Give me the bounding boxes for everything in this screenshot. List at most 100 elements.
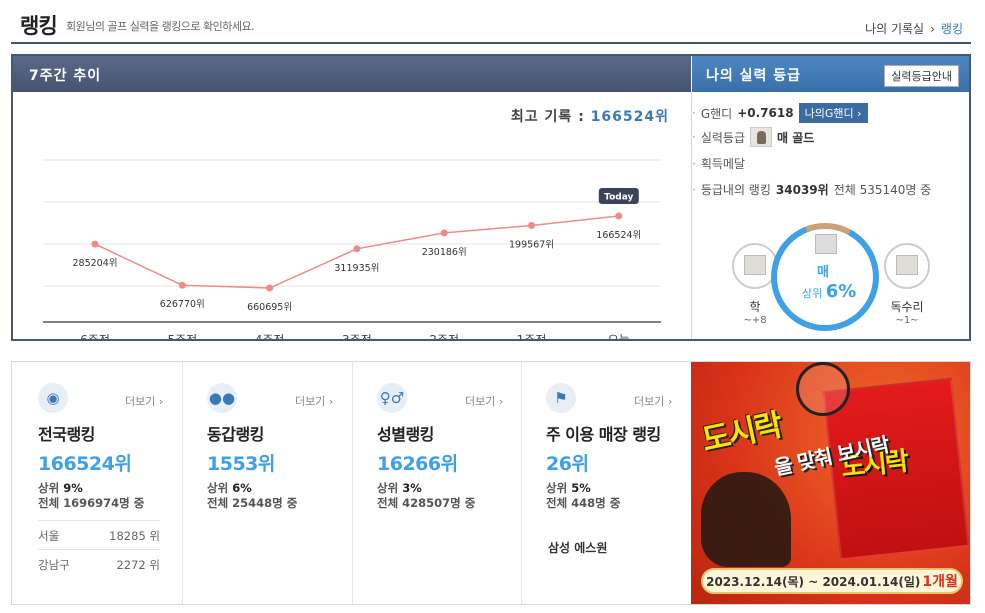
x-tick-label: 4주전 [255,333,285,339]
prev-grade-sub: ~+8 [743,315,767,326]
store-name[interactable]: 삼성 에스원 [548,539,607,556]
age-total: 전체 25448명 중 [207,496,298,510]
store-more-link[interactable]: 더보기 › [634,393,672,409]
trend-header: 7주간 추이 [13,56,691,92]
national-percent: 상위 9% [38,480,83,496]
ghandi-label: G핸디 [700,106,733,121]
national-pct-value: 9% [63,481,83,495]
data-point [528,221,535,229]
ad-date-range: 2023.12.14(목) ~ 2024.01.14(일) [706,574,921,589]
x-tick-label: 오늘 [608,333,630,339]
ad-duration: 1개월 [922,574,958,590]
national-total: 전체 1696974명 중 [38,496,145,510]
x-tick-label: 5주전 [167,333,197,339]
age-more-label: 더보기 [295,395,326,408]
grade-rank-value: 34039위 [775,183,829,197]
region-name: 서울 [38,529,60,543]
national-title: 전국랭킹 [38,425,95,444]
promo-banner[interactable]: 도시락 도시락 을 맞춰 보시락 2023.12.14(목) ~ 2024.01… [691,362,970,604]
data-point [615,212,623,220]
x-tick-label: 2주전 [429,333,459,339]
trend-title: 7주간 추이 [29,68,102,84]
header-divider [11,42,971,44]
gender-more-label: 더보기 [465,395,496,408]
gender-title: 성별랭킹 [377,425,434,444]
grade-rank-row: · 등급내의 랭킹 34039위 전체 535140명 중 [692,182,932,198]
store-rank: 26위 [546,453,589,475]
grade-header: 나의 실력 등급 실력등급안내 [692,56,969,92]
my-ghandi-button-label: 나의G핸디 [804,107,854,120]
data-label: 626770위 [160,298,205,310]
grade-guide-button[interactable]: 실력등급안내 [884,65,959,87]
region-rank: 18285 위 [109,529,160,543]
national-more-label: 더보기 [125,395,156,408]
data-label: 285204위 [72,257,117,269]
gender-pct-value: 3% [402,481,422,495]
ghandi-value: +0.7618 [737,106,794,120]
age-more-link[interactable]: 더보기 › [295,393,333,409]
gender-total: 전체 428507명 중 [377,496,476,510]
age-pct-value: 6% [232,481,252,495]
data-label: 199567위 [509,238,554,250]
data-label: 660695위 [247,301,292,313]
ad-title: 도시락 [698,407,785,459]
next-grade-sub: ~1~ [895,315,919,326]
chart-x-labels: 6주전 5주전 4주전 3주전 2주전 1주전 오늘 [80,333,630,339]
hawk-avatar-icon [750,127,772,147]
district-name: 강남구 [38,558,70,572]
store-pct-value: 5% [571,481,591,495]
age-title: 동갑랭킹 [207,425,264,444]
data-label: 311935위 [334,262,379,274]
location-icon: ◉ [38,383,68,413]
data-label: 166524위 [596,229,641,241]
current-grade-pct-value: 6% [825,281,857,302]
crane-icon [744,255,766,275]
people-icon: ●● [207,383,237,413]
prev-grade-name: 학 [749,300,761,314]
x-tick-label: 1주전 [517,333,547,339]
age-pct-label: 상위 [207,481,229,495]
store-pct-label: 상위 [546,481,568,495]
gender-percent: 상위 3% [377,480,422,496]
district-rank: 2272 위 [116,558,160,572]
ad-date: 2023.12.14(목) ~ 2024.01.14(일) 1개월 [701,568,963,594]
golfer-silhouette [701,472,791,567]
breadcrumb: 나의 기록실 › 랭킹 [865,20,963,37]
hawk-icon [815,234,837,254]
chart-grid [43,159,661,323]
medal-row: · 획득메달 [692,156,745,172]
today-badge-label: Today [604,193,633,203]
gender-rank: 16266위 [377,453,458,475]
data-point [440,229,448,237]
breadcrumb-my-records[interactable]: 나의 기록실 [865,20,924,37]
grade-rank-total: 전체 535140명 중 [833,183,932,197]
region-row[interactable]: 서울 18285 위 [38,528,160,544]
next-grade-name: 독수리 [890,300,924,314]
level-value: 매 골드 [777,130,815,145]
data-point [266,284,274,292]
national-pct-label: 상위 [38,481,60,495]
district-row[interactable]: 강남구 2272 위 [38,557,160,573]
x-tick-label: 6주전 [80,333,110,339]
gender-pct-label: 상위 [377,481,399,495]
page-title: 랭킹 [20,14,58,38]
breadcrumb-ranking[interactable]: 랭킹 [941,20,963,37]
gender-more-link[interactable]: 더보기 › [465,393,503,409]
level-label: 실력등급 [700,130,745,145]
chart-series: 285204위 626770위 660695위 311935위 230186위 19956… [72,188,641,313]
national-more-link[interactable]: 더보기 › [125,393,163,409]
current-grade-percent: 상위 6% [802,281,856,302]
ghandi-row: · G핸디 +0.7618 나의G핸디 › [692,103,868,123]
data-label: 230186위 [422,246,467,258]
national-rank: 166524위 [38,453,132,475]
trend-chart: 285204위 626770위 660695위 311935위 230186위 19956… [43,159,661,339]
store-percent: 상위 5% [546,480,591,496]
store-more-label: 더보기 [634,395,665,408]
page-subtitle: 회원님의 골프 실력을 랭킹으로 확인하세요. [66,20,255,33]
data-point [353,245,361,253]
store-title: 주 이용 매장 랭킹 [546,425,661,444]
grade-rank-label: 등급내의 랭킹 [700,183,771,197]
flag-icon: ⚑ [546,383,576,413]
current-grade-name: 매 [817,265,829,280]
my-ghandi-button[interactable]: 나의G핸디 › [798,103,868,123]
